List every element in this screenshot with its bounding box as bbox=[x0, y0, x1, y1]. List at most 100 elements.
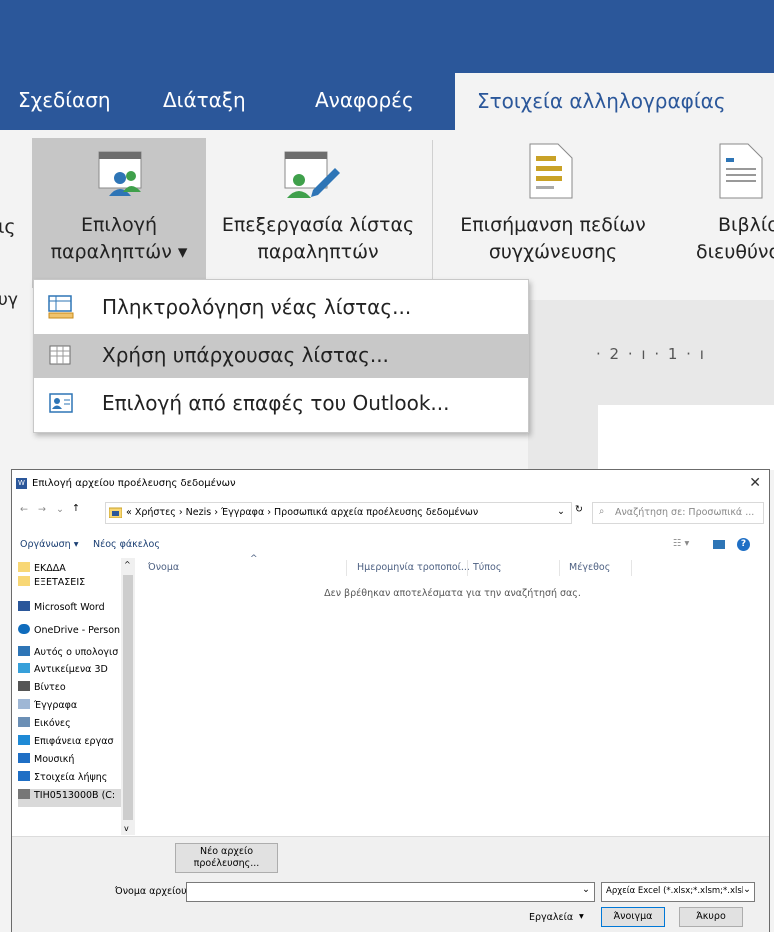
drive-icon bbox=[18, 789, 30, 799]
nav-item-label: ΕΚΔΔΑ bbox=[34, 563, 66, 574]
cancel-button[interactable]: Άκυρο bbox=[679, 907, 743, 927]
nav-item[interactable]: Μουσική bbox=[18, 753, 128, 771]
filetype-select[interactable]: Αρχεία Excel (*.xlsx;*.xlsm;*.xlsl ⌄ bbox=[601, 882, 755, 902]
filename-input[interactable]: ⌄ bbox=[186, 882, 595, 902]
document-icon bbox=[18, 699, 30, 709]
menu-item-label: Χρήση υπάρχουσας λίστας... bbox=[102, 343, 389, 367]
nav-item-label: OneDrive - Person bbox=[34, 625, 121, 636]
ribbon-separator bbox=[432, 140, 433, 280]
download-icon bbox=[18, 771, 30, 781]
up-arrow-icon[interactable]: ↑ bbox=[72, 503, 80, 514]
nav-scrollbar-thumb[interactable] bbox=[123, 575, 133, 820]
nav-item[interactable]: Επιφάνεια εργασ bbox=[18, 735, 128, 753]
nav-item-label: ΕΞΕΤΑΣΕΙΣ bbox=[34, 577, 86, 588]
preview-pane-icon[interactable] bbox=[713, 540, 725, 549]
select-recipients-label[interactable]: Επιλογή παραληπτών ▾ bbox=[32, 212, 206, 266]
menu-item-use-existing-list[interactable]: Χρήση υπάρχουσας λίστας... bbox=[34, 334, 528, 378]
new-list-icon bbox=[48, 295, 74, 319]
select-recipients-icon bbox=[98, 151, 142, 196]
ribbon-cut-label-1: ις bbox=[0, 216, 16, 238]
address-block-icon bbox=[719, 143, 763, 199]
edit-recipient-list-button[interactable]: Επεξεργασία λίστας παραληπτών bbox=[206, 212, 430, 266]
column-date-modified[interactable]: Ημερομηνία τροποποί... bbox=[357, 562, 470, 573]
column-divider[interactable] bbox=[631, 560, 632, 576]
tab-references[interactable]: Αναφορές bbox=[315, 88, 414, 112]
tab-mailings[interactable]: Στοιχεία αλληλογραφίας bbox=[455, 73, 774, 130]
nav-item[interactable]: TIH0513000B (C: bbox=[18, 789, 128, 807]
column-divider[interactable] bbox=[559, 560, 560, 576]
column-name[interactable]: Όνομα bbox=[148, 562, 179, 573]
tools-dropdown-icon[interactable]: ▾ bbox=[579, 911, 584, 922]
view-options-icon[interactable]: ☷ ▾ bbox=[673, 538, 689, 549]
search-icon: ⌕ bbox=[599, 506, 605, 517]
column-divider[interactable] bbox=[467, 560, 468, 576]
refresh-icon[interactable]: ↻ bbox=[575, 504, 583, 515]
menu-item-outlook-contacts[interactable]: Επιλογή από επαφές του Outlook... bbox=[34, 382, 528, 426]
select-recipients-line2: παραληπτών ▾ bbox=[50, 241, 188, 263]
highlight-line1: Επισήμανση πεδίων bbox=[460, 214, 646, 236]
highlight-merge-fields-icon bbox=[529, 143, 573, 199]
highlight-merge-fields-button[interactable]: Επισήμανση πεδίων συγχώνευσης bbox=[440, 212, 666, 266]
image-icon bbox=[18, 717, 30, 727]
breadcrumb: « Χρήστες › Nezis › Έγγραφα › Προσωπικά … bbox=[126, 507, 479, 518]
column-divider[interactable] bbox=[346, 560, 347, 576]
tab-layout[interactable]: Διάταξη bbox=[163, 88, 246, 112]
word-title-bar bbox=[0, 0, 774, 73]
address-bar[interactable]: « Χρήστες › Nezis › Έγγραφα › Προσωπικά … bbox=[105, 502, 572, 524]
nav-item[interactable]: Εικόνες bbox=[18, 717, 128, 735]
address-row: ← → ⌄ ↑ « Χρήστες › Nezis › Έγγραφα › Πρ… bbox=[12, 500, 769, 526]
edit-list-line2: παραληπτών bbox=[257, 241, 379, 263]
scroll-down-icon[interactable]: v bbox=[124, 824, 129, 833]
nav-item-label: Βίντεο bbox=[34, 682, 66, 693]
folder-icon bbox=[18, 562, 30, 572]
close-button[interactable]: ✕ bbox=[749, 475, 761, 491]
music-icon bbox=[18, 753, 30, 763]
document-page[interactable] bbox=[598, 405, 774, 470]
filename-label: Όνομα αρχείου: bbox=[115, 886, 190, 897]
command-bar: Οργάνωση ▾ Νέος φάκελος ☷ ▾ ? bbox=[12, 534, 769, 556]
dialog-footer: Νέο αρχείο προέλευσης... Όνομα αρχείου: … bbox=[12, 836, 769, 932]
computer-icon bbox=[18, 646, 30, 656]
nav-item-label: Αντικείμενα 3D bbox=[34, 664, 108, 675]
navigation-pane: ΕΚΔΔΑ ΕΞΕΤΑΣΕΙΣ Microsoft Word OneDrive - P… bbox=[12, 558, 135, 835]
tools-menu[interactable]: Εργαλεία bbox=[529, 912, 573, 923]
ruler: · 2 · ı · 1 · ı bbox=[596, 345, 706, 363]
new-folder-button[interactable]: Νέος φάκελος bbox=[93, 539, 160, 550]
help-icon[interactable]: ? bbox=[737, 538, 750, 551]
search-placeholder: Αναζήτηση σε: Προσωπικά ... bbox=[615, 507, 755, 518]
forward-arrow-icon[interactable]: → bbox=[38, 504, 46, 515]
address-dropdown-icon[interactable]: ⌄ bbox=[557, 506, 565, 517]
recent-dropdown-icon[interactable]: ⌄ bbox=[56, 504, 64, 515]
menu-item-type-new-list[interactable]: Πληκτρολόγηση νέας λίστας... bbox=[34, 286, 528, 330]
nav-item[interactable]: Microsoft Word bbox=[18, 601, 128, 619]
filetype-dropdown-icon[interactable]: ⌄ bbox=[743, 884, 751, 895]
scroll-up-icon[interactable]: ^ bbox=[124, 560, 131, 569]
address-block-button[interactable]: Βιβλίο διευθύνσ bbox=[676, 212, 774, 266]
open-button[interactable]: Άνοιγμα bbox=[601, 907, 665, 927]
column-size[interactable]: Μέγεθος bbox=[569, 562, 610, 573]
existing-list-icon bbox=[49, 345, 71, 365]
search-input[interactable]: ⌕ Αναζήτηση σε: Προσωπικά ... bbox=[592, 502, 764, 524]
column-type[interactable]: Τύπος bbox=[473, 562, 501, 573]
outlook-contacts-icon bbox=[49, 393, 73, 413]
cube-icon bbox=[18, 663, 30, 673]
new-source-line2: προέλευσης... bbox=[193, 858, 260, 869]
organize-menu[interactable]: Οργάνωση ▾ bbox=[20, 539, 78, 550]
nav-item[interactable]: Αυτός ο υπολογισ bbox=[18, 646, 128, 664]
nav-item-label: TIH0513000B (C: bbox=[34, 790, 116, 801]
nav-item[interactable]: Έγγραφα bbox=[18, 699, 128, 717]
nav-item[interactable]: Βίντεο bbox=[18, 681, 128, 699]
nav-item-label: Επιφάνεια εργασ bbox=[34, 736, 114, 747]
filename-dropdown-icon[interactable]: ⌄ bbox=[582, 884, 590, 895]
back-arrow-icon[interactable]: ← bbox=[20, 504, 28, 515]
tab-design[interactable]: Σχεδίαση bbox=[18, 88, 111, 112]
nav-item[interactable]: Στοιχεία λήψης bbox=[18, 771, 128, 789]
new-source-button[interactable]: Νέο αρχείο προέλευσης... bbox=[175, 843, 278, 873]
nav-item[interactable]: Αντικείμενα 3D bbox=[18, 663, 128, 681]
nav-item-label: Εικόνες bbox=[34, 718, 71, 729]
nav-item[interactable]: ΕΞΕΤΑΣΕΙΣ bbox=[18, 576, 128, 594]
nav-item-label: Στοιχεία λήψης bbox=[34, 772, 108, 783]
edit-recipient-list-icon bbox=[284, 151, 340, 198]
nav-item[interactable]: OneDrive - Person bbox=[18, 624, 128, 642]
folder-icon bbox=[109, 507, 122, 518]
